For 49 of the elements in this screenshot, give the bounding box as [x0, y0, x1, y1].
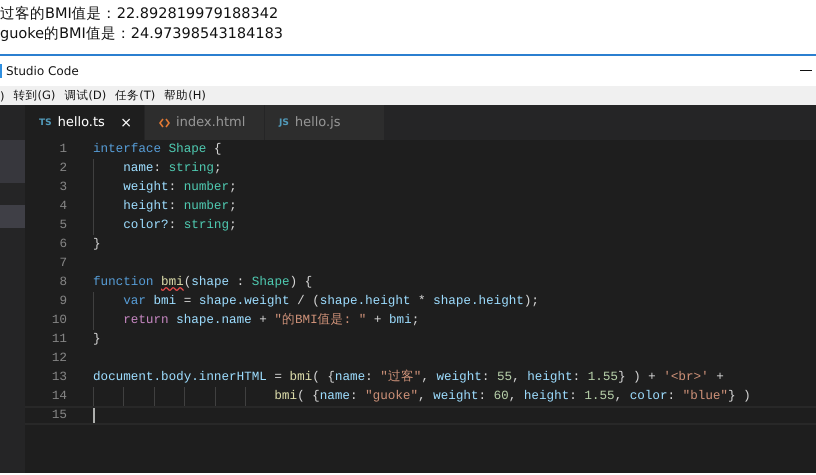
close-icon[interactable]: ×: [120, 114, 132, 130]
editor-tab[interactable]: index.html: [145, 105, 265, 140]
line-number: 3: [58, 179, 67, 196]
tab-label: hello.js: [294, 115, 341, 130]
line-number: 6: [58, 236, 67, 253]
code-text: weight: number;: [122, 180, 237, 194]
output-text: guoke的BMI值是：24.97398543184183: [0, 25, 284, 44]
line-number: 13: [50, 369, 67, 386]
menu-item[interactable]: 任务(T): [115, 88, 156, 103]
line-number: 9: [58, 293, 67, 310]
menu-item[interactable]: 转到(G): [14, 88, 56, 103]
line-number: 12: [50, 350, 67, 367]
code-text: }: [93, 332, 101, 346]
line-number: 5: [58, 217, 67, 234]
line-number: 11: [50, 331, 67, 348]
line-number: 4: [58, 198, 67, 215]
line-number: 14: [50, 388, 67, 405]
menu-item[interactable]: 帮助(H): [164, 88, 206, 103]
sidebar-highlight: [0, 140, 25, 183]
code-text: }: [93, 237, 101, 251]
menu-item[interactable]: 调试(D): [64, 88, 106, 103]
code-text: interface Shape {: [93, 142, 222, 156]
code-text: document.body.innerHTML = bmi( {name: "过客", weight: 55, height: 1.55} ) + '<br>' +: [93, 370, 724, 384]
code-text: height: number;: [122, 199, 237, 213]
editor-tab[interactable]: JS hello.js: [265, 105, 385, 140]
line-number: 10: [50, 312, 67, 329]
minimize-icon[interactable]: [800, 70, 812, 71]
code-text: function bmi(shape : Shape) {: [93, 275, 312, 289]
editor-tab[interactable]: TS hello.ts ×: [25, 105, 145, 140]
window-title: Studio Code: [6, 64, 79, 78]
menu-item[interactable]: ): [0, 88, 4, 102]
code-text: bmi( {name: "guoke", weight: 60, height: 1.55, color: "blue"} ): [273, 389, 751, 403]
file-type-label: TS: [39, 118, 52, 128]
output-text: 过客的BMI值是：22.892819979188342: [0, 4, 278, 24]
file-type-label: JS: [279, 118, 289, 128]
code-text: return shape.name + "的BMI值是: " + bmi;: [122, 313, 420, 327]
tab-label: hello.ts: [58, 115, 105, 130]
code-text: name: string;: [122, 161, 222, 175]
line-number: 1: [58, 141, 67, 158]
code-text: var bmi = shape.weight / (shape.height * shape.height);: [122, 294, 539, 308]
line-number: 7: [58, 255, 67, 272]
tab-label: index.html: [176, 115, 246, 130]
sidebar-highlight: [0, 205, 25, 228]
code-text: color?: string;: [122, 218, 237, 232]
line-number: 15: [50, 408, 67, 423]
line-number: 2: [58, 160, 67, 177]
code-brackets-icon: [159, 118, 170, 128]
text-cursor: [93, 408, 95, 423]
line-number: 8: [58, 274, 67, 291]
